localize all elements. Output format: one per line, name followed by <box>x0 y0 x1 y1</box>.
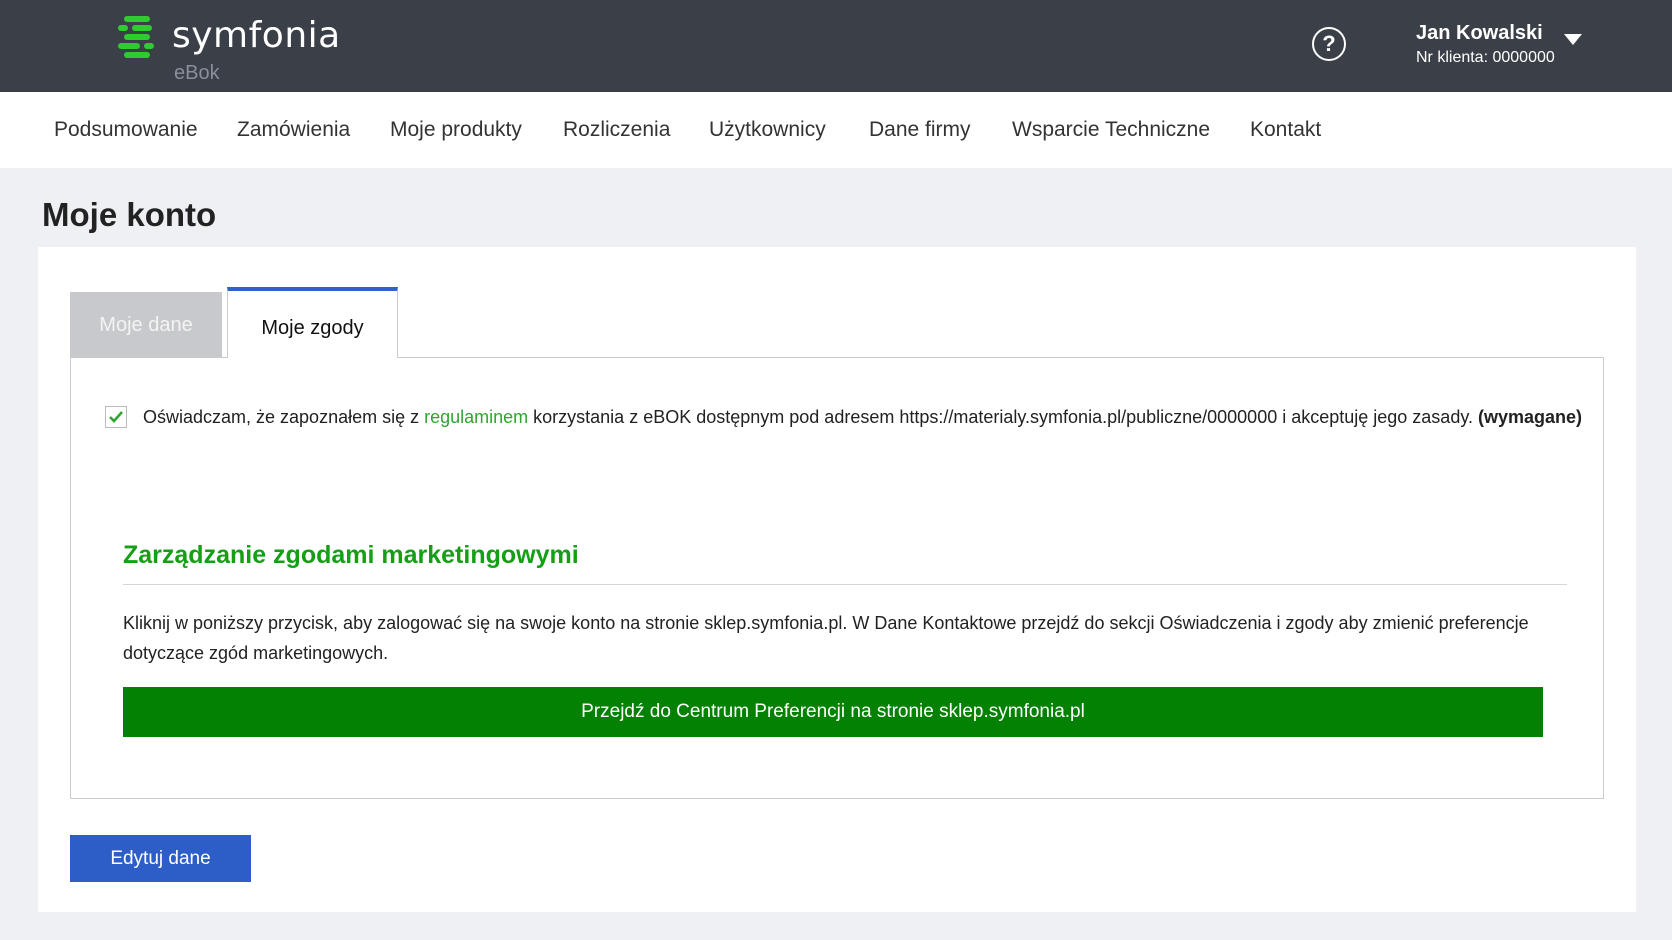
tab-moje-dane[interactable]: Moje dane <box>70 292 222 358</box>
preference-center-button[interactable]: Przejdź do Centrum Preferencji na stroni… <box>123 687 1543 737</box>
terms-consent-text: Oświadczam, że zapoznałem się z regulami… <box>143 402 1583 432</box>
marketing-description: Kliknij w poniższy przycisk, aby zalogow… <box>123 613 1529 663</box>
user-menu[interactable]: Jan Kowalski Nr klienta: 0000000 <box>1416 20 1596 72</box>
tab-moje-zgody[interactable]: Moje zgody <box>227 287 398 358</box>
consents-panel: Oświadczam, że zapoznałem się z regulami… <box>70 357 1604 799</box>
terms-link[interactable]: regulaminem <box>424 407 528 427</box>
nav-item-moje-produkty[interactable]: Moje produkty <box>390 92 522 168</box>
main-nav: Podsumowanie Zamówienia Moje produkty Ro… <box>0 92 1672 168</box>
logo-subtitle: eBok <box>174 62 220 84</box>
required-label: (wymagane) <box>1478 407 1583 427</box>
consent-text-after: korzystania z eBOK dostępnym pod adresem… <box>528 407 1478 427</box>
page-title: Moje konto <box>42 196 217 233</box>
consent-text-before: Oświadczam, że zapoznałem się z <box>143 407 425 427</box>
nav-item-podsumowanie[interactable]: Podsumowanie <box>54 92 198 168</box>
marketing-section-title: Zarządzanie zgodami marketingowymi <box>123 541 579 569</box>
nav-item-zamowienia[interactable]: Zamówienia <box>237 92 350 168</box>
logo[interactable]: symfonia eBok <box>118 14 358 88</box>
terms-checkbox[interactable] <box>105 406 127 428</box>
help-icon[interactable]: ? <box>1312 27 1346 61</box>
nav-item-dane-firmy[interactable]: Dane firmy <box>869 92 971 168</box>
top-bar: symfonia eBok ? Jan Kowalski Nr klienta:… <box>0 0 1672 92</box>
logo-text: symfonia <box>172 15 341 56</box>
symfonia-logo-icon <box>118 16 154 58</box>
nav-item-kontakt[interactable]: Kontakt <box>1250 92 1321 168</box>
edit-data-button[interactable]: Edytuj dane <box>70 835 251 882</box>
account-card: Moje dane Moje zgody Oświadczam, że zapo… <box>38 247 1636 912</box>
nav-item-wsparcie-techniczne[interactable]: Wsparcie Techniczne <box>1012 92 1210 168</box>
nav-item-rozliczenia[interactable]: Rozliczenia <box>563 92 670 168</box>
caret-down-icon[interactable] <box>1564 34 1582 45</box>
check-icon <box>109 411 123 423</box>
section-divider <box>123 584 1567 585</box>
client-number: Nr klienta: 0000000 <box>1416 49 1555 66</box>
nav-item-uzytkownicy[interactable]: Użytkownicy <box>709 92 826 168</box>
